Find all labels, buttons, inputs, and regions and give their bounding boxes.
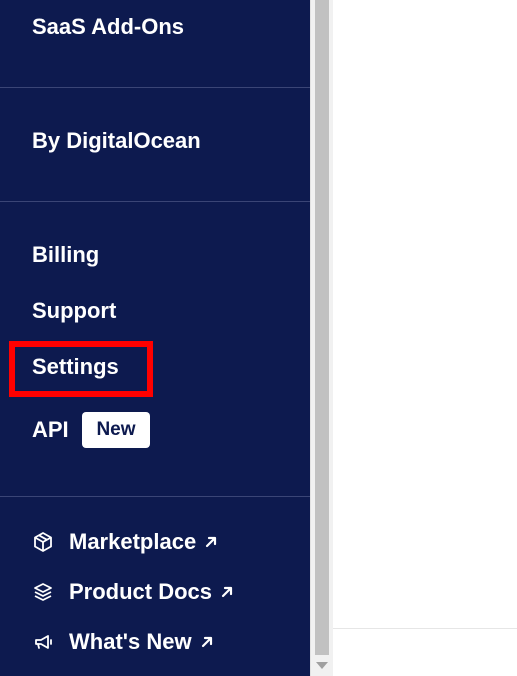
sidebar-item-api[interactable]: API: [32, 417, 69, 443]
product-docs-label: Product Docs: [69, 579, 213, 604]
external-arrow-icon: [220, 585, 234, 599]
megaphone-icon: [32, 631, 54, 653]
marketplace-label: Marketplace: [69, 529, 197, 554]
external-arrow-icon: [200, 635, 214, 649]
layers-icon: [32, 581, 54, 603]
marketplace-link[interactable]: Marketplace: [32, 527, 218, 557]
sidebar-divider: [0, 496, 310, 497]
sidebar-item-settings[interactable]: Settings: [32, 354, 119, 380]
main-divider: [333, 628, 517, 629]
sidebar-divider: [0, 201, 310, 202]
product-docs-link[interactable]: Product Docs: [32, 577, 234, 607]
whats-new-label: What's New: [69, 629, 192, 654]
sidebar-scrollbar[interactable]: [310, 0, 333, 676]
scroll-down-arrow-icon[interactable]: [316, 662, 328, 669]
sidebar-item-by-digitalocean[interactable]: By DigitalOcean: [32, 128, 201, 154]
external-arrow-icon: [204, 535, 218, 549]
new-badge: New: [82, 412, 150, 448]
main-content-area: [333, 0, 517, 676]
sidebar-divider: [0, 87, 310, 88]
sidebar-item-saas-add-ons[interactable]: SaaS Add-Ons: [32, 14, 184, 40]
scrollbar-thumb[interactable]: [315, 0, 329, 655]
sidebar-item-billing[interactable]: Billing: [32, 242, 99, 268]
app-window: SaaS Add-Ons By DigitalOcean Billing Sup…: [0, 0, 517, 676]
whats-new-link[interactable]: What's New: [32, 627, 214, 657]
cube-icon: [32, 531, 54, 553]
sidebar-item-support[interactable]: Support: [32, 298, 116, 324]
sidebar: SaaS Add-Ons By DigitalOcean Billing Sup…: [0, 0, 310, 676]
